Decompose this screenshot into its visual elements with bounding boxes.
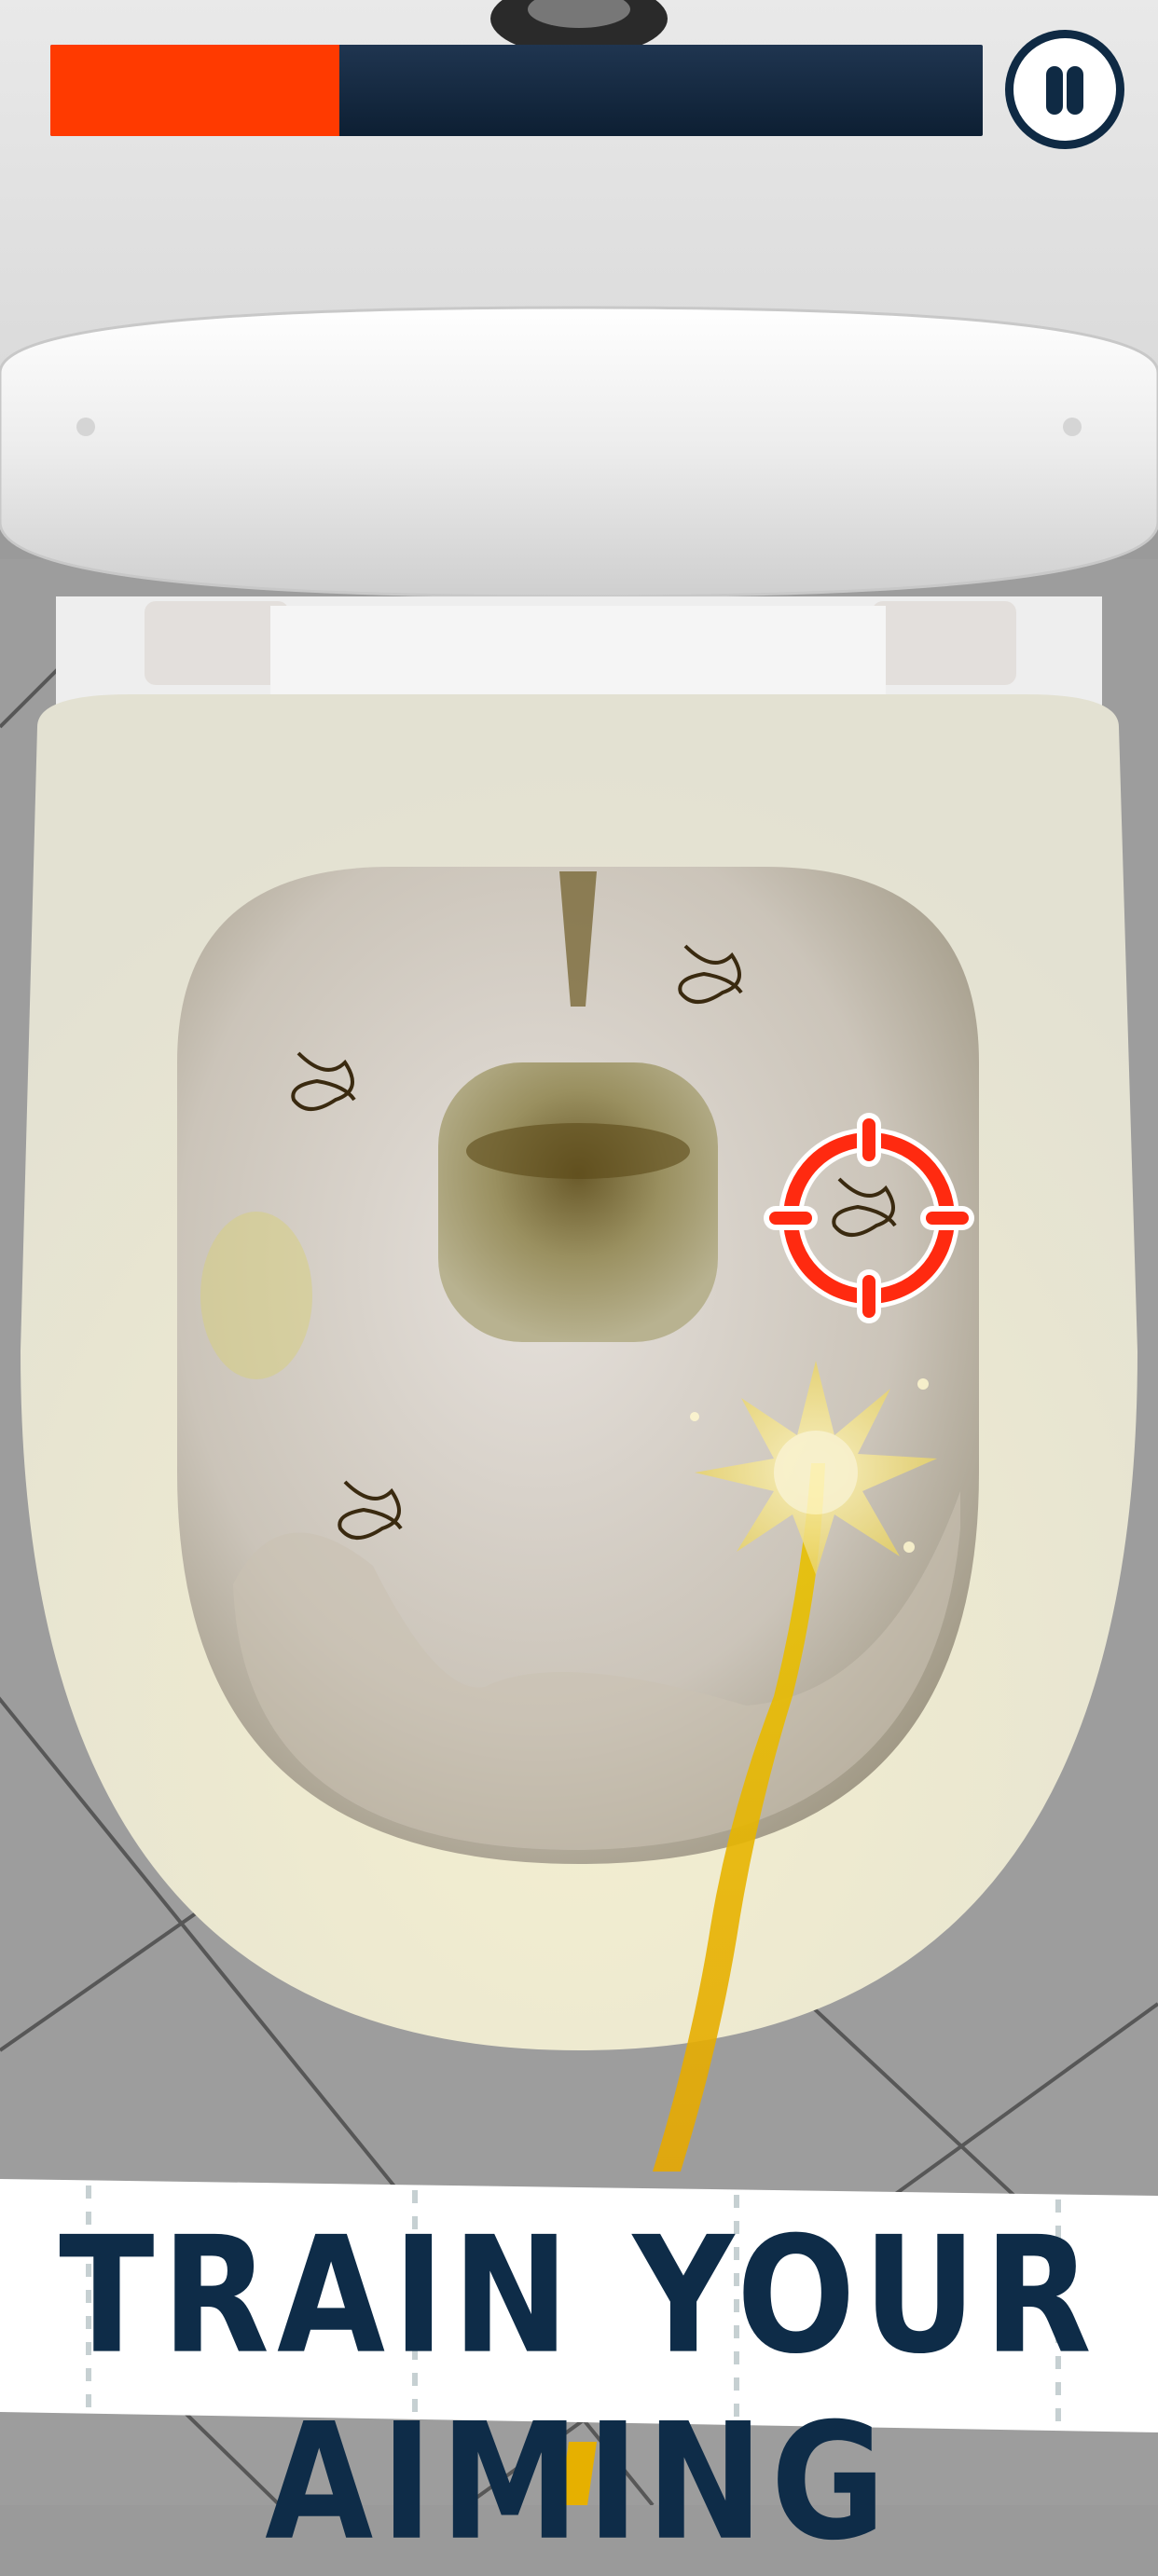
pause-button[interactable] bbox=[1005, 30, 1124, 149]
progress-fill bbox=[50, 45, 339, 136]
progress-bar bbox=[50, 45, 983, 136]
banner-title: TRAIN YOUR AIMING bbox=[59, 2202, 1099, 2576]
game-scene[interactable] bbox=[0, 0, 1158, 2505]
bowl-drain bbox=[438, 1062, 718, 1342]
pause-icon bbox=[1046, 66, 1063, 115]
pause-icon-bar bbox=[1067, 66, 1083, 115]
toilet-lid bbox=[0, 306, 1158, 598]
